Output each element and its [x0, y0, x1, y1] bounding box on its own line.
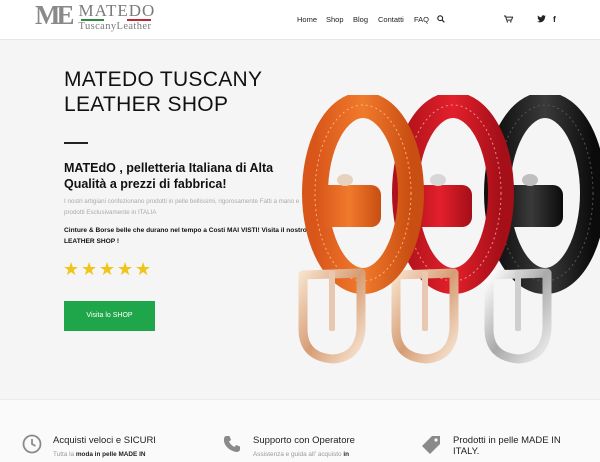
nav-shop[interactable]: Shop: [326, 15, 344, 24]
logo-subtitle: TuscanyLeather: [78, 21, 152, 32]
nav-blog[interactable]: Blog: [353, 15, 368, 24]
search-icon[interactable]: [437, 15, 445, 23]
feature-title: Supporto con Operatore: [253, 435, 355, 446]
logo-mark: ME: [35, 0, 74, 30]
feature-text-bold: moda in pelle MADE IN: [75, 451, 146, 458]
phone-icon: [223, 436, 240, 452]
logo[interactable]: ME MATEDO TuscanyLeather: [35, 0, 156, 32]
feature-text-plain: Tutta la: [53, 451, 76, 458]
hero-title: MATEDO TUSCANY LEATHER SHOP: [64, 68, 262, 116]
hero-description: I nostri artigiani confezionano prodotti…: [64, 198, 300, 216]
nav-faq[interactable]: FAQ: [414, 15, 429, 24]
clock-icon: [22, 434, 42, 454]
star-icon: ★: [135, 259, 152, 279]
star-icon: ★: [99, 259, 116, 279]
logo-text: MATEDO TuscanyLeather: [78, 1, 156, 32]
hero-description-bold: Cinture & Borse belle che durano nel tem…: [64, 227, 307, 245]
logo-title: MATEDO: [78, 1, 156, 20]
site-header: ME MATEDO TuscanyLeather Home Shop Blog …: [0, 0, 600, 40]
tag-icon: [422, 436, 440, 454]
hero-divider: [64, 142, 88, 144]
twitter-icon[interactable]: [537, 15, 546, 23]
visit-shop-button[interactable]: Visita lo SHOP: [64, 301, 155, 331]
facebook-icon[interactable]: f: [553, 14, 556, 24]
nav-contatti[interactable]: Contatti: [378, 15, 404, 24]
cart-icon[interactable]: [504, 15, 513, 23]
nav-home[interactable]: Home: [297, 15, 317, 24]
feature-text-bold: in: [343, 451, 350, 458]
feature-title: Acquisti veloci e SICURI: [53, 435, 156, 446]
star-icon: ★: [81, 259, 98, 279]
rating-stars: ★ ★ ★ ★ ★: [63, 259, 152, 279]
feature-title: Prodotti in pelle MADE IN ITALY.: [453, 435, 561, 457]
features-bar: Acquisti veloci e SICURI Tutta la moda i…: [0, 399, 600, 462]
belts-product-image: [298, 95, 600, 364]
star-icon: ★: [117, 259, 134, 279]
feature-text-plain: Assistenza e guida all' acquisto: [253, 451, 344, 458]
hero-subtitle: MATEdO , pelletteria Italiana di Alta Qu…: [64, 161, 274, 191]
feature-text: Assistenza e guida all' acquisto in: [253, 451, 349, 458]
star-icon: ★: [63, 259, 80, 279]
hero-section: MATEDO TUSCANY LEATHER SHOP MATEdO , pel…: [0, 41, 600, 399]
feature-text: Tutta la moda in pelle MADE IN: [53, 451, 145, 458]
